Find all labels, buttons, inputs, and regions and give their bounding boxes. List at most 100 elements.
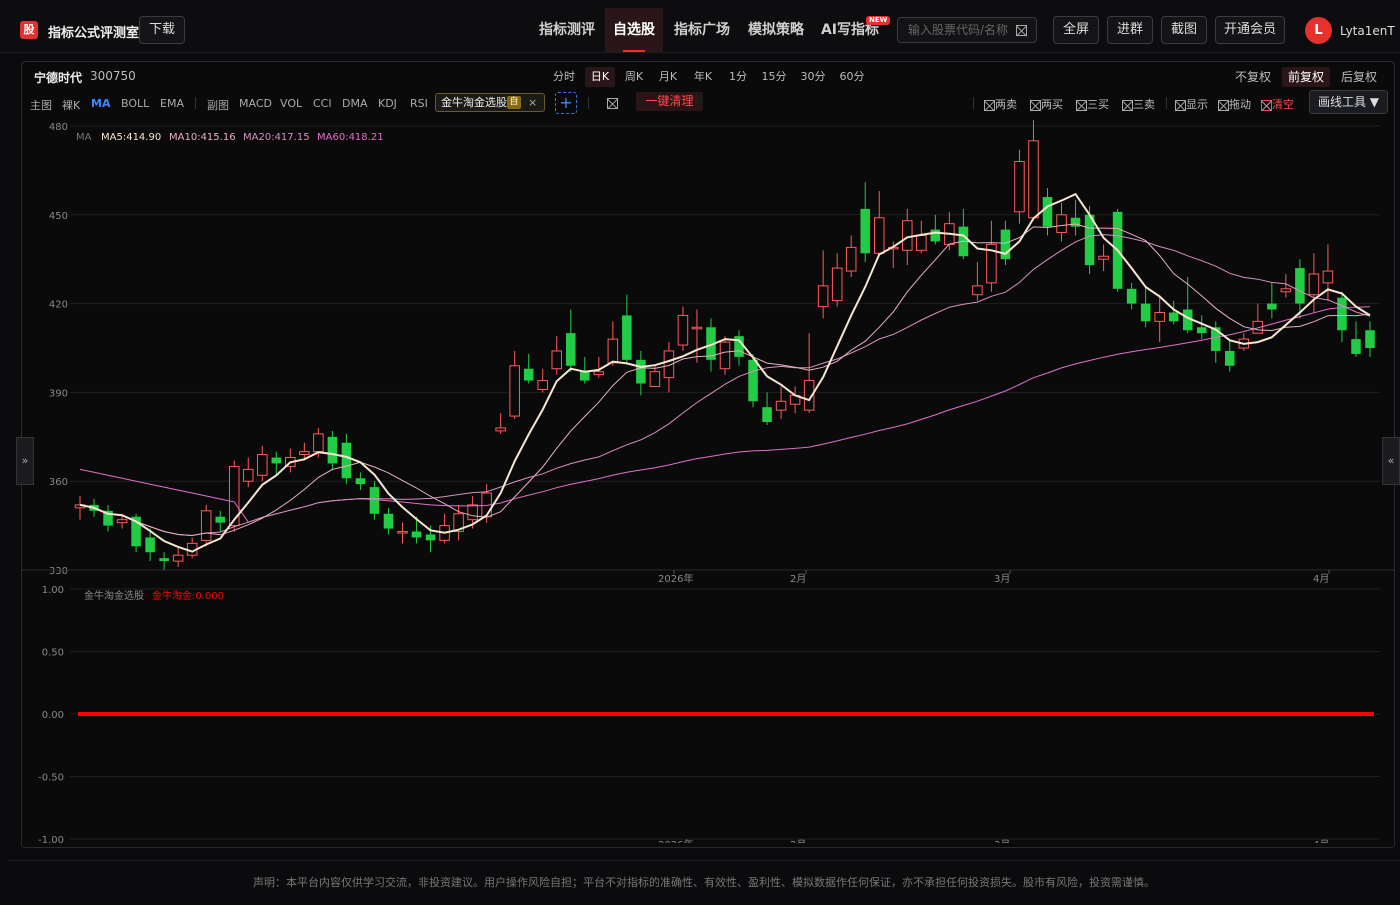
period-30min[interactable]: 30分 — [798, 67, 828, 87]
y-tick-label: 450 — [49, 211, 68, 222]
candle-body-down — [425, 534, 436, 541]
candle-body-up — [397, 531, 408, 534]
nav-item-indicator-review[interactable]: 指标测评 — [534, 8, 600, 52]
indicator-cci[interactable]: CCI — [313, 97, 332, 110]
candle-body-up — [1014, 161, 1025, 213]
candle-body-up — [299, 451, 310, 456]
tool-three-sell[interactable]: 三卖 — [1122, 96, 1155, 112]
period-yearly[interactable]: 年K — [689, 67, 717, 87]
app-title[interactable]: 指标公式评测室 — [48, 22, 139, 41]
candle-body-up — [873, 217, 885, 254]
search-clear-icon[interactable] — [1016, 25, 1027, 36]
candle-body-up — [1154, 311, 1165, 322]
checkbox-icon[interactable] — [607, 98, 618, 109]
stock-code: 300750 — [90, 69, 136, 83]
tool-show[interactable]: 显示 — [1175, 96, 1208, 112]
indicator-rsi[interactable]: RSI — [410, 97, 428, 110]
tool-two-sell[interactable]: 两卖 — [984, 96, 1017, 112]
fullscreen-button[interactable]: 全屏 — [1053, 16, 1099, 44]
candle-body-down — [355, 478, 366, 485]
left-collapse-button[interactable]: » — [16, 437, 34, 485]
candle-body-up — [537, 380, 548, 390]
indicator-kdj[interactable]: KDJ — [378, 97, 397, 110]
candle-body-down — [215, 516, 225, 523]
period-60min[interactable]: 60分 — [837, 67, 867, 87]
draw-tool-dropdown[interactable]: 画线工具 ▼ — [1309, 90, 1388, 114]
clear-all-button[interactable]: 一键清理 — [636, 92, 703, 111]
adjust-forward[interactable]: 前复权 — [1282, 67, 1330, 87]
tool-clear[interactable]: 清空 — [1261, 96, 1294, 112]
candle-body-up — [1280, 288, 1292, 293]
indicator-ema[interactable]: EMA — [160, 97, 184, 110]
candle-body-up — [775, 400, 787, 411]
candle-body-up — [972, 285, 983, 296]
kline-chart[interactable]: 330 360 390 420 450 480 MA MA5:414.90 MA10:415.1… — [22, 118, 1394, 843]
ma20-line — [79, 234, 1371, 537]
candle-body-down — [1365, 330, 1375, 348]
ma-legend-ma10: MA10:415.16 — [169, 132, 236, 143]
download-button[interactable]: 下载 — [139, 16, 185, 44]
period-daily[interactable]: 日K — [585, 67, 615, 87]
nav-item-watchlist[interactable]: 自选股 — [605, 8, 663, 52]
screenshot-button[interactable]: 截图 — [1161, 16, 1207, 44]
candle-body-up — [172, 554, 184, 562]
indicator-dma[interactable]: DMA — [342, 97, 368, 110]
sub-y-tick-label: -0.50 — [38, 773, 64, 784]
adjust-none[interactable]: 不复权 — [1233, 67, 1273, 87]
nav-item-ai-indicator[interactable]: AI写指标 — [817, 8, 883, 52]
nav-item-indicator-square[interactable]: 指标广场 — [669, 8, 735, 52]
tool-drag[interactable]: 拖动 — [1218, 96, 1251, 112]
period-1min[interactable]: 1分 — [724, 67, 752, 87]
candle-body-down — [636, 359, 646, 384]
period-weekly[interactable]: 周K — [620, 67, 648, 87]
checkbox-icon — [1261, 99, 1272, 111]
ma-legend-ma60: MA60:418.21 — [317, 132, 384, 143]
period-monthly[interactable]: 月K — [654, 67, 682, 87]
candle-body-up — [467, 504, 478, 521]
candle-body-up — [649, 371, 661, 387]
tool-two-buy[interactable]: 两买 — [1030, 96, 1063, 112]
app-logo[interactable]: 股 — [20, 21, 38, 39]
candle-body-up — [817, 285, 829, 308]
candle-body-up — [719, 341, 731, 370]
main-chart-label: 主图 — [30, 99, 52, 112]
username[interactable]: Lyta1enT — [1340, 24, 1395, 38]
candle-body-up — [1028, 140, 1039, 219]
tool-three-buy[interactable]: 三买 — [1076, 96, 1109, 112]
chart-panel: 宁德时代 300750 分时 日K 周K 月K 年K 1分 15分 30分 60… — [21, 61, 1395, 848]
indicator-bare-k[interactable]: 裸K — [62, 97, 80, 113]
candle-body-down — [762, 407, 772, 422]
sub-y-tick-label: 1.00 — [42, 585, 64, 596]
candle-body-down — [1295, 268, 1305, 304]
y-tick-label: 420 — [49, 300, 68, 311]
checkbox-icon — [1175, 99, 1186, 111]
add-indicator-button[interactable]: + — [555, 92, 577, 114]
nav-item-sim-strategy[interactable]: 模拟策略 — [743, 8, 809, 52]
candle-body-down — [145, 537, 155, 553]
candle-body-down — [930, 229, 941, 242]
join-group-button[interactable]: 进群 — [1107, 16, 1153, 44]
indicator-ma[interactable]: MA — [91, 97, 110, 110]
custom-indicator-chip[interactable]: 金牛淘金选股 自 × — [435, 93, 545, 112]
adjust-backward[interactable]: 后复权 — [1338, 67, 1380, 87]
candle-body-down — [748, 359, 758, 402]
candle-body-down — [1126, 288, 1137, 304]
right-collapse-button[interactable]: « — [1382, 437, 1400, 485]
search-input[interactable] — [908, 22, 1012, 38]
divider — [195, 97, 196, 109]
period-15min[interactable]: 15分 — [759, 67, 789, 87]
indicator-vol[interactable]: VOL — [280, 97, 302, 110]
top-bar: 股 指标公式评测室 下载 指标测评 自选股 指标广场 模拟策略 AI写指标 NE… — [0, 0, 1400, 53]
close-icon[interactable]: × — [528, 94, 537, 111]
vip-button[interactable]: 开通会员 — [1215, 16, 1285, 44]
sub-y-tick-label: 0.00 — [42, 710, 64, 721]
indicator-macd[interactable]: MACD — [239, 97, 272, 110]
candle-body-down — [1337, 297, 1347, 331]
caret-down-icon: ▼ — [1369, 95, 1380, 109]
period-intraday[interactable]: 分时 — [550, 67, 578, 87]
candle-body-up — [242, 468, 254, 482]
candle-body-up — [677, 314, 689, 346]
candle-body-down — [1196, 327, 1207, 334]
avatar[interactable]: L — [1305, 17, 1332, 44]
indicator-boll[interactable]: BOLL — [121, 97, 149, 110]
